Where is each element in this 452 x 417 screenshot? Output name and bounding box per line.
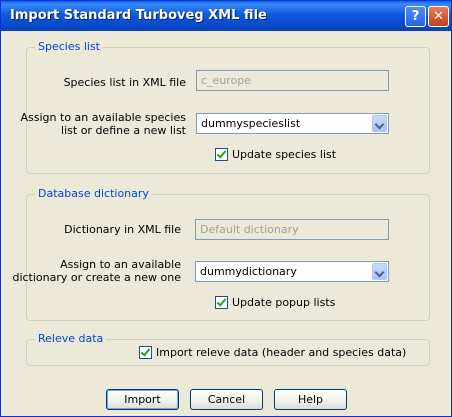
dictionary-xml-field: Default dictionary — [195, 219, 389, 240]
title-bar[interactable]: Import Standard Turboveg XML file ? ✕ — [1, 1, 451, 31]
species-list-legend: Species list — [35, 40, 103, 53]
species-xml-field: c_europe — [196, 70, 389, 91]
dictionary-selected: dummydictionary — [200, 265, 297, 278]
close-button[interactable]: ✕ — [428, 6, 449, 27]
dialog-title: Import Standard Turboveg XML file — [10, 8, 267, 23]
dictionary-assign-label-line1: Assign to an available — [60, 258, 181, 271]
species-assign-label-line2: list or define a new list — [61, 124, 186, 137]
dictionary-dropdown[interactable]: dummydictionary — [195, 261, 389, 282]
update-species-label: Update species list — [232, 148, 337, 161]
dialog-window: Import Standard Turboveg XML file ? ✕ Sp… — [0, 0, 452, 417]
dictionary-xml-label: Dictionary in XML file — [64, 223, 181, 236]
checkbox-check-icon[interactable] — [139, 346, 152, 359]
dictionary-legend: Database dictionary — [35, 187, 152, 200]
help-button[interactable]: Help — [274, 389, 347, 410]
dictionary-assign-label-line2: dictionary or create a new one — [12, 271, 181, 284]
species-xml-label: Species list in XML file — [63, 76, 186, 89]
import-button[interactable]: Import — [106, 389, 179, 410]
species-list-dropdown[interactable]: dummyspecieslist — [196, 113, 389, 134]
chevron-down-icon[interactable] — [372, 115, 387, 132]
checkbox-check-icon[interactable] — [215, 148, 228, 161]
update-popup-label: Update popup lists — [232, 296, 336, 309]
releve-legend: Releve data — [35, 332, 107, 345]
title-help-button[interactable]: ? — [405, 6, 426, 27]
species-assign-label-line1: Assign to an available species — [20, 111, 186, 124]
checkbox-check-icon[interactable] — [215, 296, 228, 309]
species-list-selected: dummyspecieslist — [201, 117, 301, 130]
import-releve-label: Import releve data (header and species d… — [156, 346, 407, 359]
chevron-down-icon[interactable] — [372, 263, 387, 280]
cancel-button[interactable]: Cancel — [190, 389, 263, 410]
